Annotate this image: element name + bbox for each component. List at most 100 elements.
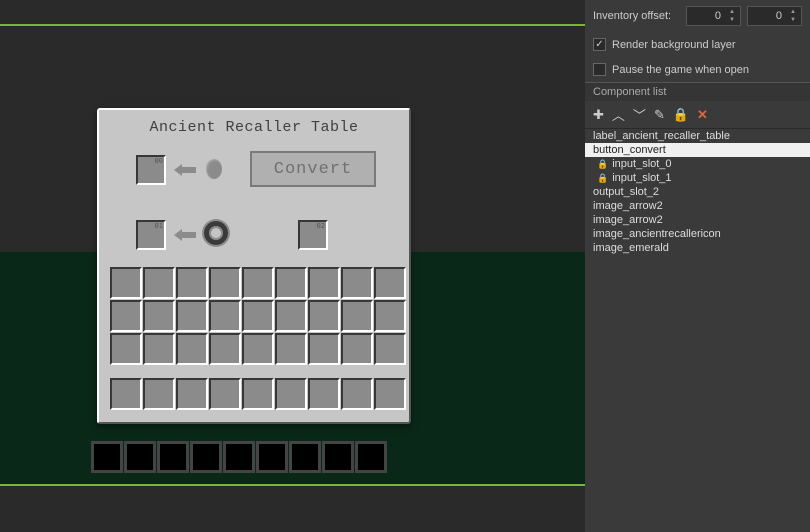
component-list-item[interactable]: output_slot_2 [585,185,810,199]
pause-game-label: Pause the game when open [612,64,749,76]
spinner-down-icon[interactable]: ▼ [786,16,800,24]
inventory-offset-row: Inventory offset: ▲▼ ▲▼ [585,0,810,32]
spinner-up-icon[interactable]: ▲ [725,8,739,16]
gui-panel[interactable]: Ancient Recaller Table 00 Convert 01 02 [97,108,411,424]
spinner-up-icon[interactable]: ▲ [786,8,800,16]
input-slot-1[interactable]: 01 [136,220,166,250]
inventory-slot[interactable] [308,333,340,365]
inventory-slot[interactable] [110,267,142,299]
component-list-item[interactable]: image_emerald [585,241,810,255]
gui-title-label[interactable]: Ancient Recaller Table [99,110,409,136]
inventory-slot[interactable] [176,333,208,365]
render-bg-row[interactable]: ✓ Render background layer [585,32,810,57]
component-item-label: input_slot_1 [612,172,671,184]
input-slot-0[interactable]: 00 [136,155,166,185]
game-hotbar-slot[interactable] [256,441,288,473]
inventory-slot[interactable] [374,300,406,332]
game-hotbar-slot[interactable] [124,441,156,473]
component-item-label: label_ancient_recaller_table [593,130,730,142]
inventory-slot[interactable] [176,300,208,332]
inventory-slot[interactable] [209,300,241,332]
inventory-slot[interactable] [275,333,307,365]
inventory-slot[interactable] [143,267,175,299]
hotbar-inv-slot[interactable] [176,378,208,410]
hotbar-inv-slot[interactable] [209,378,241,410]
inventory-slot[interactable] [341,333,373,365]
emerald-icon[interactable] [206,159,222,179]
inventory-slot[interactable] [242,333,274,365]
inventory-slot[interactable] [308,300,340,332]
edit-icon[interactable]: ✎ [654,107,665,123]
game-hotbar-slot[interactable] [322,441,354,473]
slot-index-label: 02 [317,222,325,230]
convert-button[interactable]: Convert [250,151,376,187]
hotbar-inv-slot[interactable] [374,378,406,410]
lock-icon: 🔒 [597,159,608,170]
game-hotbar-slot[interactable] [91,441,123,473]
game-hotbar-slot[interactable] [289,441,321,473]
offset-y-input[interactable] [748,10,786,22]
offset-y-spinner[interactable]: ▲▼ [747,6,802,26]
inventory-slot[interactable] [176,267,208,299]
component-list-item[interactable]: button_convert [585,143,810,157]
move-up-icon[interactable]: ︿ [612,105,625,124]
arrow-icon[interactable] [174,229,196,241]
component-item-label: image_emerald [593,242,669,254]
delete-icon[interactable]: ✕ [697,107,708,123]
pause-game-row[interactable]: Pause the game when open [585,57,810,82]
component-list-item[interactable]: image_arrow2 [585,213,810,227]
inventory-slot[interactable] [374,267,406,299]
inventory-slot[interactable] [110,300,142,332]
move-down-icon[interactable]: ﹀ [633,105,646,124]
pause-game-checkbox[interactable] [593,63,606,76]
inventory-slot[interactable] [110,333,142,365]
component-list-item[interactable]: label_ancient_recaller_table [585,129,810,143]
output-slot-2[interactable]: 02 [298,220,328,250]
arrow-icon[interactable] [174,164,196,176]
spinner-down-icon[interactable]: ▼ [725,16,739,24]
inventory-slot[interactable] [143,333,175,365]
inventory-slot[interactable] [242,300,274,332]
inventory-slot[interactable] [242,267,274,299]
canvas-bottom-strip [0,484,585,532]
component-list-item[interactable]: image_ancientrecallericon [585,227,810,241]
render-bg-checkbox[interactable]: ✓ [593,38,606,51]
inventory-slot[interactable] [374,333,406,365]
inventory-slot[interactable] [143,300,175,332]
component-item-label: button_convert [593,144,666,156]
component-item-label: output_slot_2 [593,186,659,198]
hotbar-inv-slot[interactable] [110,378,142,410]
editor-canvas: Ancient Recaller Table 00 Convert 01 02 [0,0,585,532]
hotbar [90,440,387,473]
hotbar-inv-slot[interactable] [341,378,373,410]
inventory-slot[interactable] [275,267,307,299]
component-list-item[interactable]: 🔒 input_slot_0 [585,157,810,171]
ancient-recaller-icon[interactable] [204,221,228,245]
slot-index-label: 01 [155,222,163,230]
inventory-slot[interactable] [341,300,373,332]
inventory-slot[interactable] [275,300,307,332]
add-component-icon[interactable]: ✚ [593,107,604,123]
inventory-slot[interactable] [308,267,340,299]
inventory-slot[interactable] [209,267,241,299]
game-hotbar-slot[interactable] [355,441,387,473]
hotbar-inv-slot[interactable] [143,378,175,410]
hotbar-inv-slot[interactable] [308,378,340,410]
game-hotbar-slot[interactable] [157,441,189,473]
component-list-item[interactable]: image_arrow2 [585,199,810,213]
canvas-top-strip [0,0,585,26]
hotbar-inv-slot[interactable] [275,378,307,410]
inventory-slot[interactable] [341,267,373,299]
lock-icon[interactable]: 🔒 [673,107,689,123]
component-item-label: input_slot_0 [612,158,671,170]
game-hotbar-slot[interactable] [190,441,222,473]
component-item-label: image_arrow2 [593,200,663,212]
offset-x-spinner[interactable]: ▲▼ [686,6,741,26]
component-item-label: image_arrow2 [593,214,663,226]
inventory-slot[interactable] [209,333,241,365]
hotbar-inv-slot[interactable] [242,378,274,410]
offset-x-input[interactable] [687,10,725,22]
component-list-item[interactable]: 🔒input_slot_1 [585,171,810,185]
render-bg-label: Render background layer [612,39,736,51]
game-hotbar-slot[interactable] [223,441,255,473]
